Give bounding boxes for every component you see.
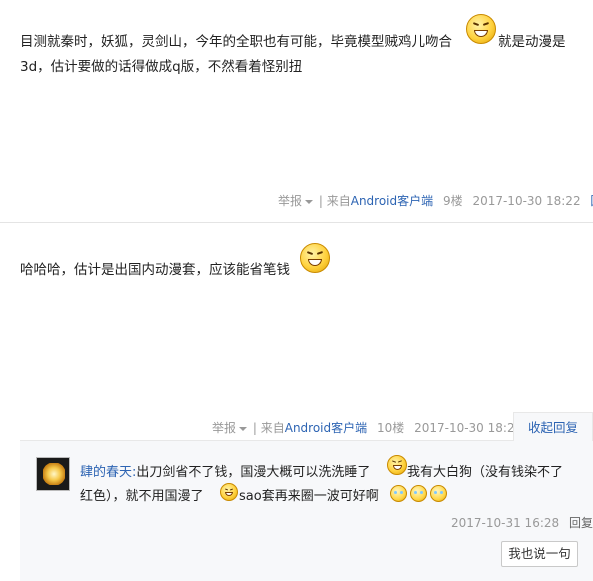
post-time: 2017-10-30 18:22 xyxy=(472,194,581,208)
avatar[interactable] xyxy=(36,457,70,491)
post-9-text-1: 目测就秦时，妖狐，灵剑山，今年的全职也有可能，毕竟模型贼鸡儿吻合 xyxy=(20,34,452,50)
laugh-emoji-icon xyxy=(220,483,238,501)
chevron-down-icon[interactable] xyxy=(239,426,248,431)
collapse-reply-tab[interactable]: 收起回复 xyxy=(513,412,593,441)
grin-emoji-icon xyxy=(300,243,330,273)
client-link[interactable]: Android客户端 xyxy=(285,421,367,435)
post-divider xyxy=(0,222,593,223)
meta-separator: | xyxy=(252,421,257,435)
floor-number: 10楼 xyxy=(376,421,405,435)
post-9-text-1-tail: 就是动漫是 xyxy=(498,34,566,50)
cry-emoji-icon xyxy=(410,485,427,502)
say-something-button[interactable]: 我也说一句 xyxy=(501,541,578,567)
meta-separator: | xyxy=(318,194,323,208)
sub-reply-meta: 2017-10-31 16:28 回复 xyxy=(451,514,593,531)
post-10-meta: 举报 | 来自Android客户端 10楼 2017-10-30 18:23 xyxy=(212,419,522,436)
sub-reply-text-c: 红色），就不用国漫了 xyxy=(80,489,204,504)
sub-reply-line-1: 肆的春天:出刀剑省不了钱，国漫大概可以洗洗睡了 xyxy=(80,461,370,485)
post-9-line-2: 3d，估计要做的话得做成q版，不然看着怪别扭 xyxy=(20,59,303,75)
post-9-line-1: 目测就秦时，妖狐，灵剑山，今年的全职也有可能，毕竟模型贼鸡儿吻合 xyxy=(20,30,452,54)
cry-emoji-icon xyxy=(390,485,407,502)
report-link[interactable]: 举报 xyxy=(278,194,302,208)
sub-reply-author[interactable]: 肆的春天: xyxy=(80,465,136,480)
sub-reply-reply-link[interactable]: 回复 xyxy=(569,516,593,530)
sub-reply-text-d: sao套再来圈一波可好啊 xyxy=(239,489,379,504)
post-9-meta: 举报 | 来自Android客户端 9楼 2017-10-30 18:22 回复 xyxy=(278,192,593,209)
sub-reply-time: 2017-10-31 16:28 xyxy=(451,516,560,530)
sub-reply-text-b: 我有大白狗（没有钱染不了 xyxy=(407,465,564,480)
client-link[interactable]: Android客户端 xyxy=(351,194,433,208)
sub-reply-text-a: 出刀剑省不了钱，国漫大概可以洗洗睡了 xyxy=(136,465,371,480)
post-10-line-1: 哈哈哈，估计是出国内动漫套，应该能省笔钱 xyxy=(20,262,290,278)
chevron-down-icon[interactable] xyxy=(305,199,314,204)
star-avatar-icon xyxy=(43,463,65,485)
from-prefix: 来自 xyxy=(260,421,285,435)
floor-number: 9楼 xyxy=(442,194,463,208)
cry-emoji-icon xyxy=(430,485,447,502)
post-time: 2017-10-30 18:23 xyxy=(414,421,523,435)
report-link[interactable]: 举报 xyxy=(212,421,236,435)
from-prefix: 来自 xyxy=(326,194,351,208)
grin-emoji-icon xyxy=(387,455,407,475)
grin-emoji-icon xyxy=(466,14,496,44)
